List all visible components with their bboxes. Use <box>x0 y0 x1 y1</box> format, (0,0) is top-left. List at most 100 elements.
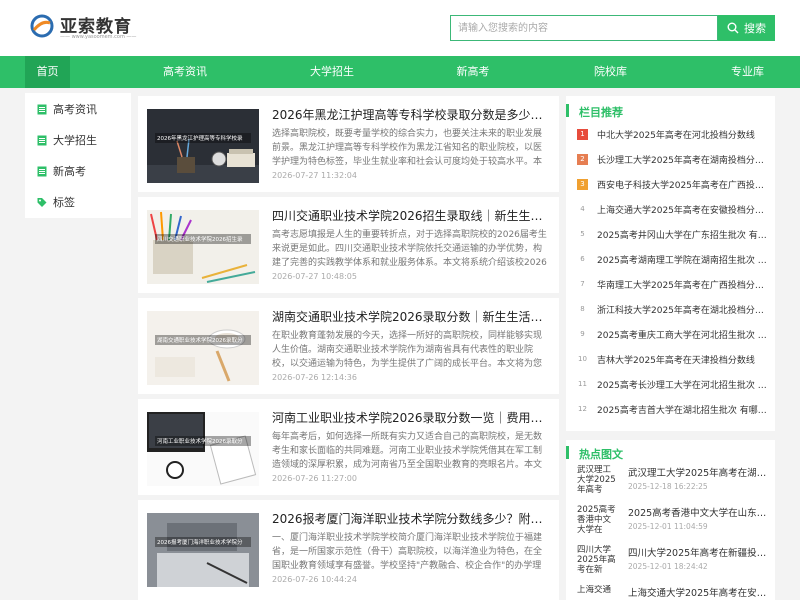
hot-item-thumbnail[interactable]: 上海交通 <box>577 585 617 600</box>
thumbnail-caption: 四川交通职业技术学院2026招生录 <box>155 234 251 244</box>
hot-item-title[interactable]: 四川大学2025年高考在新疆投档分数线 <box>628 545 771 559</box>
article-image <box>147 513 259 587</box>
article-card[interactable]: 2026年黑龙江护理高等专科学校录 2026年黑龙江护理高等专科学校录取分数是多… <box>138 96 559 192</box>
recommend-item-title[interactable]: 2025高考湖南理工学院在湖南招生批次 有哪些专业 <box>597 253 771 266</box>
hot-item[interactable]: 上海交通上海交通大学2025年高考在安徽投档分数线 <box>577 585 771 600</box>
recommend-item[interactable]: 6 2025高考湖南理工学院在湖南招生批次 有哪些专业 <box>577 252 771 266</box>
nav-item-new-gaokao[interactable]: 新高考 <box>448 56 498 88</box>
hot-item[interactable]: 2025高考香港中文大学在 2025高考香港中文大学在山东招生批次 2025-12-… <box>577 505 771 535</box>
recommend-item[interactable]: 2 长沙理工大学2025年高考在湖南投档分数线 <box>577 152 771 166</box>
rank-number: 8 <box>580 304 585 313</box>
recommend-item[interactable]: 11 2025高考长沙理工大学在河北招生批次 有哪些专业 <box>577 377 771 391</box>
recommend-item-title[interactable]: 中北大学2025年高考在河北投档分数线 <box>597 128 755 141</box>
recommend-item[interactable]: 10 吉林大学2025年高考在天津投档分数线 <box>577 352 771 366</box>
thumbnail-caption: 2026年黑龙江护理高等专科学校录 <box>155 133 251 143</box>
article-time: 2026-07-26 10:44:24 <box>272 575 357 584</box>
search-icon <box>727 22 739 34</box>
article-card[interactable]: 湖南交通职业技术学院2026录取分 湖南交通职业技术学院2026录取分数｜新生生… <box>138 298 559 394</box>
hot-item-time: 2025-12-18 16:22:25 <box>628 482 708 491</box>
hot-item-thumbnail[interactable]: 四川大学2025年高考在新 <box>577 545 617 573</box>
recommend-item-title[interactable]: 2025高考重庆工商大学在河北招生批次 有哪些专业 <box>597 328 771 341</box>
article-card[interactable]: 四川交通职业技术学院2026招生录 四川交通职业技术学院2026招生录取线｜新生… <box>138 197 559 293</box>
article-summary: 一、厦门海洋职业技术学院学校简介厦门海洋职业技术学院位于福建省，是一所国家示范性… <box>272 533 543 571</box>
article-time: 2026-07-26 11:27:00 <box>272 474 357 483</box>
logo-icon <box>30 14 54 38</box>
hot-item-thumbnail[interactable]: 武汉理工大学2025年高考 <box>577 465 617 493</box>
article-time: 2026-07-26 12:14:36 <box>272 373 357 382</box>
panel-title: 热点图文 <box>566 446 623 461</box>
site-logo[interactable]: 亚索教育 —— www.yasoomem.com —— <box>30 12 150 46</box>
rank-number: 3 <box>577 178 588 190</box>
sidebar-item-new-gaokao[interactable]: 新高考 <box>37 161 86 181</box>
recommend-item[interactable]: 3 西安电子科技大学2025年高考在广西投档分数线 <box>577 177 771 191</box>
recommend-item-title[interactable]: 吉林大学2025年高考在天津投档分数线 <box>597 353 755 366</box>
article-title[interactable]: 四川交通职业技术学院2026招生录取线｜新生生活与... <box>272 207 548 224</box>
hot-item[interactable]: 武汉理工大学2025年高考武汉理工大学2025年高考在湖北投档分数线 2025-1… <box>577 465 771 495</box>
tag-icon <box>37 197 47 207</box>
article-title[interactable]: 河南工业职业技术学院2026录取分数一览｜费用、住... <box>272 409 548 426</box>
article-summary: 每年高考后，如何选择一所既有实力又适合自己的高职院校，是无数考生和家长面临的共同… <box>272 432 543 470</box>
category-sidebar: 高考资讯 大学招生 新高考 标签 <box>25 93 131 218</box>
logo-subtitle: —— www.yasoomem.com —— <box>60 34 137 40</box>
recommend-item[interactable]: 5 2025高考井冈山大学在广东招生批次 有哪些专业 <box>577 227 771 241</box>
rank-number: 12 <box>578 404 587 413</box>
recommend-item[interactable]: 9 2025高考重庆工商大学在河北招生批次 有哪些专业 <box>577 327 771 341</box>
hot-item-title[interactable]: 上海交通大学2025年高考在安徽投档分数线 <box>628 585 771 599</box>
article-thumbnail[interactable]: 2026报考厦门海洋职业技术学院分 <box>147 513 259 587</box>
article-summary: 选择高职院校，既要考量学校的综合实力，也要关注未来的职业发展前景。黑龙江护理高等… <box>272 129 543 167</box>
thumbnail-caption: 湖南交通职业技术学院2026录取分 <box>155 335 251 345</box>
sidebar-item-admissions[interactable]: 大学招生 <box>37 130 97 150</box>
rank-number: 10 <box>578 354 587 363</box>
hot-item[interactable]: 四川大学2025年高考在新四川大学2025年高考在新疆投档分数线 2025-12-… <box>577 545 771 575</box>
recommend-item[interactable]: 8 浙江科技大学2025年高考在湖北投档分数线 <box>577 302 771 316</box>
recommend-item-title[interactable]: 2025高考井冈山大学在广东招生批次 有哪些专业 <box>597 228 771 241</box>
panel-title: 栏目推荐 <box>566 104 623 119</box>
recommend-item-title[interactable]: 上海交通大学2025年高考在安徽投档分数线 <box>597 203 771 216</box>
rank-number: 9 <box>580 329 585 338</box>
article-thumbnail[interactable]: 河南工业职业技术学院2026录取分 <box>147 412 259 486</box>
article-thumbnail[interactable]: 四川交通职业技术学院2026招生录 <box>147 210 259 284</box>
article-thumbnail[interactable]: 2026年黑龙江护理高等专科学校录 <box>147 109 259 183</box>
recommend-item-title[interactable]: 浙江科技大学2025年高考在湖北投档分数线 <box>597 303 771 316</box>
recommend-item-title[interactable]: 2025高考吉首大学在湖北招生批次 有哪些专业 <box>597 403 771 416</box>
document-icon <box>37 104 47 114</box>
recommend-item[interactable]: 7 华南理工大学2025年高考在广西投档分数线 <box>577 277 771 291</box>
hot-panel: 热点图文 武汉理工大学2025年高考武汉理工大学2025年高考在湖北投档分数线 2… <box>566 440 775 600</box>
recommend-panel: 栏目推荐 1 中北大学2025年高考在河北投档分数线 2 长沙理工大学2025年高考在… <box>566 96 775 431</box>
article-image <box>147 109 259 183</box>
article-image <box>147 311 259 385</box>
article-card[interactable]: 2026报考厦门海洋职业技术学院分 2026报考厦门海洋职业技术学院分数线多少？… <box>138 500 559 600</box>
hot-item-title[interactable]: 武汉理工大学2025年高考在湖北投档分数线 <box>628 465 771 479</box>
thumbnail-caption: 河南工业职业技术学院2026录取分 <box>155 436 251 446</box>
article-title[interactable]: 湖南交通职业技术学院2026录取分数｜新生生活指南... <box>272 308 548 325</box>
article-title[interactable]: 2026年黑龙江护理高等专科学校录取分数是多少？一文... <box>272 106 548 123</box>
nav-item-admissions[interactable]: 大学招生 <box>302 56 362 88</box>
recommend-item[interactable]: 12 2025高考吉首大学在湖北招生批次 有哪些专业 <box>577 402 771 416</box>
sidebar-item-news[interactable]: 高考资讯 <box>37 99 97 119</box>
article-card[interactable]: 河南工业职业技术学院2026录取分 河南工业职业技术学院2026录取分数一览｜费… <box>138 399 559 495</box>
article-image <box>147 412 259 486</box>
nav-item-news[interactable]: 高考资讯 <box>155 56 215 88</box>
search-button-label: 搜索 <box>744 22 766 35</box>
nav-item-home[interactable]: 首页 <box>25 56 70 88</box>
sidebar-item-label: 大学招生 <box>53 134 97 147</box>
document-icon <box>37 166 47 176</box>
recommend-item-title[interactable]: 长沙理工大学2025年高考在湖南投档分数线 <box>597 153 771 166</box>
recommend-item[interactable]: 4 上海交通大学2025年高考在安徽投档分数线 <box>577 202 771 216</box>
sidebar-item-label: 高考资讯 <box>53 103 97 116</box>
article-title[interactable]: 2026报考厦门海洋职业技术学院分数线多少？附报到... <box>272 510 548 527</box>
recommend-item-title[interactable]: 2025高考长沙理工大学在河北招生批次 有哪些专业 <box>597 378 771 391</box>
recommend-item-title[interactable]: 华南理工大学2025年高考在广西投档分数线 <box>597 278 771 291</box>
hot-item-thumbnail[interactable]: 2025高考香港中文大学在 <box>577 505 617 533</box>
search-input[interactable] <box>451 16 717 40</box>
nav-item-majors[interactable]: 专业库 <box>725 56 770 88</box>
nav-item-colleges[interactable]: 院校库 <box>588 56 633 88</box>
rank-number: 2 <box>577 153 588 165</box>
main-nav: 首页 高考资讯 大学招生 新高考 院校库 专业库 <box>0 56 800 88</box>
hot-item-title[interactable]: 2025高考香港中文大学在山东招生批次 <box>628 505 771 519</box>
recommend-item-title[interactable]: 西安电子科技大学2025年高考在广西投档分数线 <box>597 178 771 191</box>
search-button[interactable]: 搜索 <box>718 15 775 41</box>
article-thumbnail[interactable]: 湖南交通职业技术学院2026录取分 <box>147 311 259 385</box>
sidebar-item-tags[interactable]: 标签 <box>37 192 75 212</box>
recommend-item[interactable]: 1 中北大学2025年高考在河北投档分数线 <box>577 127 771 141</box>
